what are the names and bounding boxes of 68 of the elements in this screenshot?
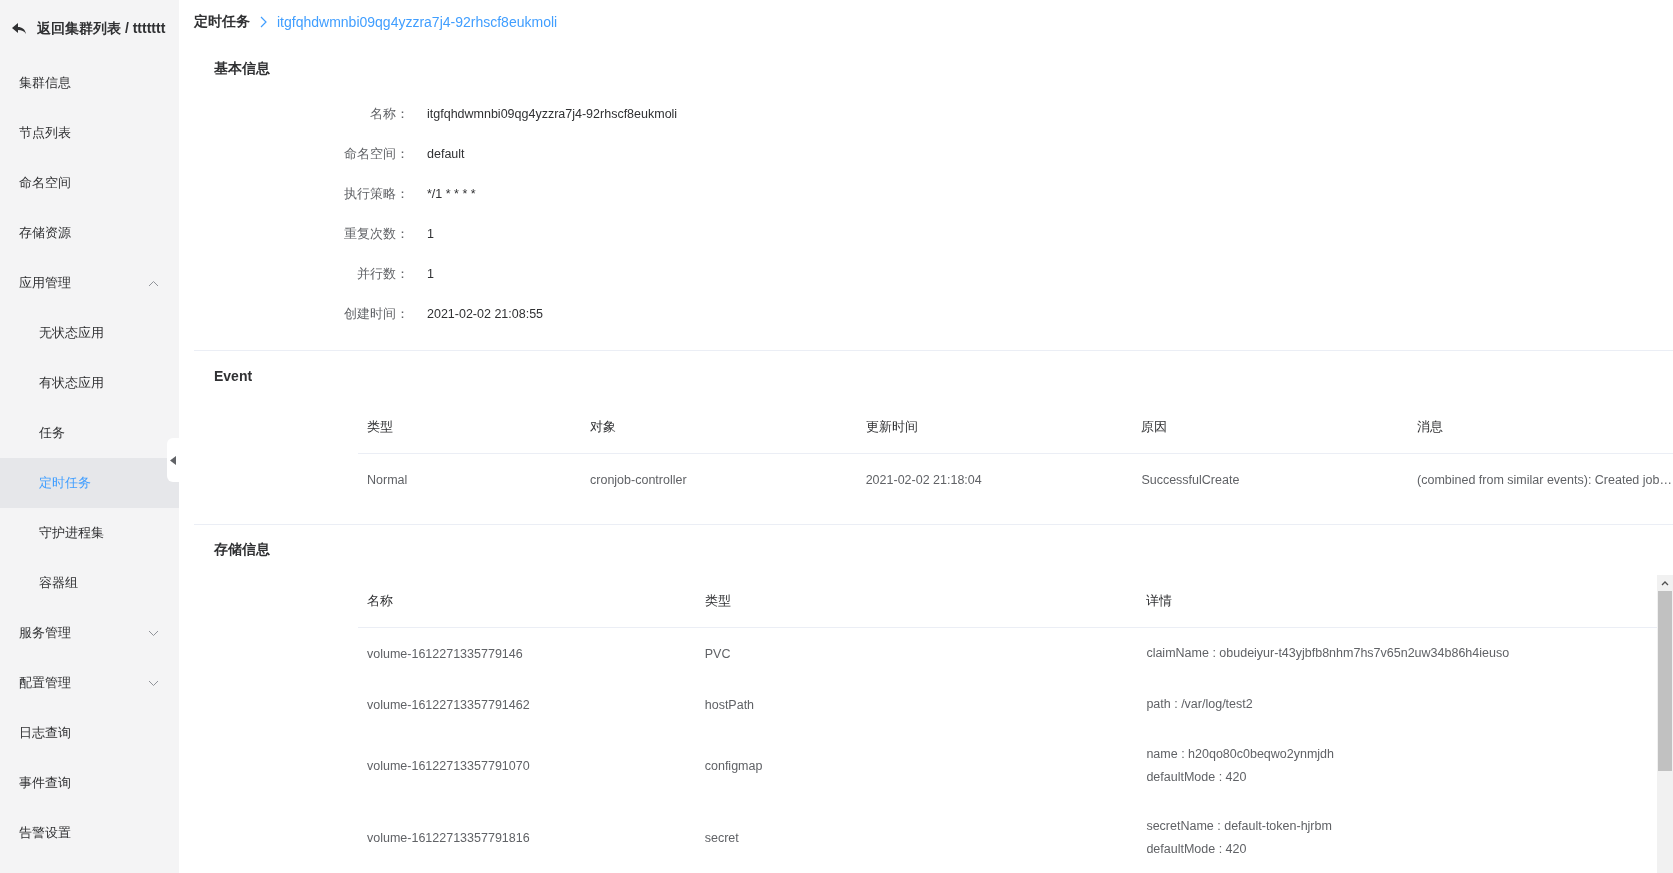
sidebar-item[interactable]: 事件查询	[0, 758, 179, 808]
breadcrumb-item: itgfqhdwmnbi09qg4yzzra7j4-92rhscf8eukmoli	[277, 14, 558, 30]
sidebar-item[interactable]: 命名空间	[0, 158, 179, 208]
field-label: 创建时间：	[343, 305, 409, 323]
sidebar-item[interactable]: 容器组	[0, 558, 179, 608]
column-header: 更新时间	[856, 401, 1133, 454]
table-cell-text: hostPath	[703, 696, 756, 714]
chevron-down-icon	[148, 679, 159, 687]
sidebar-item[interactable]: 日志查询	[0, 708, 179, 758]
chevron-up-icon	[148, 279, 159, 287]
field-value: itgfqhdwmnbi09qg4yzzra7j4-92rhscf8eukmoli	[426, 107, 678, 121]
sidebar-item[interactable]: 有状态应用	[0, 358, 179, 408]
field-value: default	[426, 147, 465, 161]
breadcrumb-item[interactable]: 定时任务	[194, 13, 250, 31]
field-label: 并行数：	[356, 265, 409, 283]
chevron-right-icon	[260, 16, 267, 28]
caret-left-icon	[170, 455, 176, 465]
sidebar-item[interactable]: 无状态应用	[0, 308, 179, 358]
sidebar-item[interactable]: 守护进程集	[0, 508, 179, 558]
chevron-down-icon	[148, 629, 159, 637]
collapse-handle[interactable]	[167, 438, 179, 482]
table-cell: Normal	[358, 453, 582, 506]
column-header: 类型	[358, 401, 582, 454]
field-label: 命名空间：	[343, 145, 409, 163]
table-cell-text: volume-16122713357791462	[366, 696, 531, 714]
table-cell: SuccessfulCreate	[1132, 453, 1408, 506]
field-value: 1	[426, 227, 434, 241]
sidebar-item[interactable]: 配置管理	[0, 658, 179, 708]
section-title: Event	[213, 367, 254, 386]
section-title: 基本信息	[213, 59, 271, 78]
detail-line: defaultMode : 420	[1146, 769, 1248, 786]
table-cell-text: configmap	[703, 758, 764, 775]
table-cell-text: secret	[703, 830, 740, 847]
sidebar-item[interactable]: 服务管理	[0, 608, 179, 658]
table-cell: cronjob-controller	[581, 453, 857, 506]
column-header: 类型	[695, 575, 1138, 628]
field-value: 1	[426, 267, 434, 281]
field-value: 2021-02-02 21:08:55	[426, 307, 544, 321]
sidebar-item[interactable]: 任务	[0, 408, 179, 458]
back-link[interactable]: 返回集群列表 / ttttttt	[0, 0, 179, 58]
detail-line: secretName : default-token-hjrbm	[1146, 818, 1333, 835]
sidebar-item[interactable]: 应用管理	[0, 258, 179, 308]
table-cell-text: volume-16122713357791070	[366, 758, 531, 775]
detail-line: path : /var/log/test2	[1146, 696, 1254, 713]
table-cell: (combined from similar events): Created job…	[1408, 453, 1673, 506]
sidebar-item[interactable]: 告警设置	[0, 808, 179, 858]
field-label: 执行策略：	[343, 185, 409, 203]
detail-line: name : h20qo80c0beqwo2ynmjdh	[1146, 746, 1336, 763]
column-header: 消息	[1408, 401, 1673, 454]
field-label: 名称：	[369, 105, 409, 123]
column-header: 对象	[581, 401, 857, 454]
column-header: 原因	[1132, 401, 1408, 454]
table-cell: volume-1612271335779146	[358, 627, 696, 679]
detail-line: claimName : obudeiyur-t43yjbfb8nhm7hs7v65n2uw34b86h4ieuso	[1146, 645, 1511, 662]
sidebar-item[interactable]: 存储资源	[0, 208, 179, 258]
column-header: 名称	[358, 575, 696, 628]
table-cell: PVC	[695, 627, 1138, 679]
detail-line: defaultMode : 420	[1146, 841, 1248, 858]
sidebar-item[interactable]: 集群信息	[0, 58, 179, 108]
column-header: 详情	[1137, 575, 1657, 628]
table-cell-text: volume-16122713357791816	[366, 830, 531, 847]
scrollbar[interactable]	[1657, 575, 1673, 873]
field-label: 重复次数：	[343, 225, 409, 243]
table-cell: 2021-02-02 21:18:04	[856, 453, 1133, 506]
field-value: */1 * * * *	[426, 187, 476, 201]
section-title: 存储信息	[213, 540, 271, 559]
back-arrow-icon	[12, 23, 27, 35]
sidebar-item[interactable]: 节点列表	[0, 108, 179, 158]
